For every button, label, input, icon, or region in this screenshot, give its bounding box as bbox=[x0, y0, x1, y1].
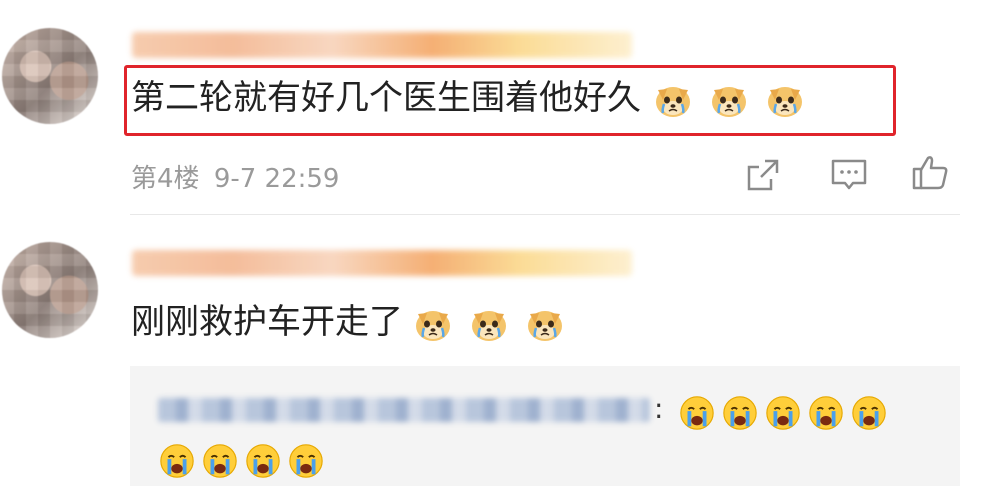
comment-item: 刚刚救护车开走了 : bbox=[0, 216, 1000, 486]
timestamp: 9-7 22:59 bbox=[213, 164, 340, 194]
share-icon[interactable] bbox=[743, 155, 783, 195]
divider bbox=[130, 214, 960, 215]
reply-emoji-row bbox=[158, 442, 330, 480]
dog-crying-emoji bbox=[413, 304, 453, 344]
crying-face-emoji bbox=[764, 394, 802, 432]
crying-face-emoji bbox=[678, 394, 716, 432]
floor-label: 第4楼 bbox=[131, 164, 200, 194]
dog-crying-emoji bbox=[653, 80, 693, 120]
comment-icon[interactable] bbox=[829, 155, 869, 195]
reply-colon: : bbox=[654, 392, 664, 425]
dog-crying-emoji bbox=[709, 80, 749, 120]
crying-face-emoji bbox=[201, 442, 239, 480]
dog-crying-emoji bbox=[469, 304, 509, 344]
username-blurred[interactable] bbox=[132, 32, 632, 58]
thumbs-up-icon[interactable] bbox=[910, 152, 950, 192]
crying-face-emoji bbox=[244, 442, 282, 480]
crying-face-emoji bbox=[721, 394, 759, 432]
crying-face-emoji bbox=[807, 394, 845, 432]
crying-face-emoji bbox=[850, 394, 888, 432]
comment-item: 第二轮就有好几个医生围着他好久 第4楼 9-7 22:59 bbox=[0, 0, 1000, 216]
avatar[interactable] bbox=[2, 242, 98, 338]
comment-meta: 第4楼 9-7 22:59 bbox=[131, 158, 339, 195]
comment-text: 第二轮就有好几个医生围着他好久 bbox=[131, 76, 805, 120]
avatar[interactable] bbox=[2, 28, 98, 124]
reply-emoji-row bbox=[678, 394, 893, 432]
dog-crying-emoji bbox=[525, 304, 565, 344]
comment-body: 第二轮就有好几个医生围着他好久 bbox=[131, 78, 641, 118]
crying-face-emoji bbox=[287, 442, 325, 480]
dog-crying-emoji bbox=[765, 80, 805, 120]
comment-text: 刚刚救护车开走了 bbox=[131, 300, 565, 344]
crying-face-emoji bbox=[158, 442, 196, 480]
comment-body: 刚刚救护车开走了 bbox=[131, 302, 403, 342]
reply-preview[interactable]: : bbox=[130, 366, 960, 486]
username-blurred[interactable] bbox=[132, 250, 632, 276]
reply-author-blurred[interactable] bbox=[158, 398, 650, 422]
